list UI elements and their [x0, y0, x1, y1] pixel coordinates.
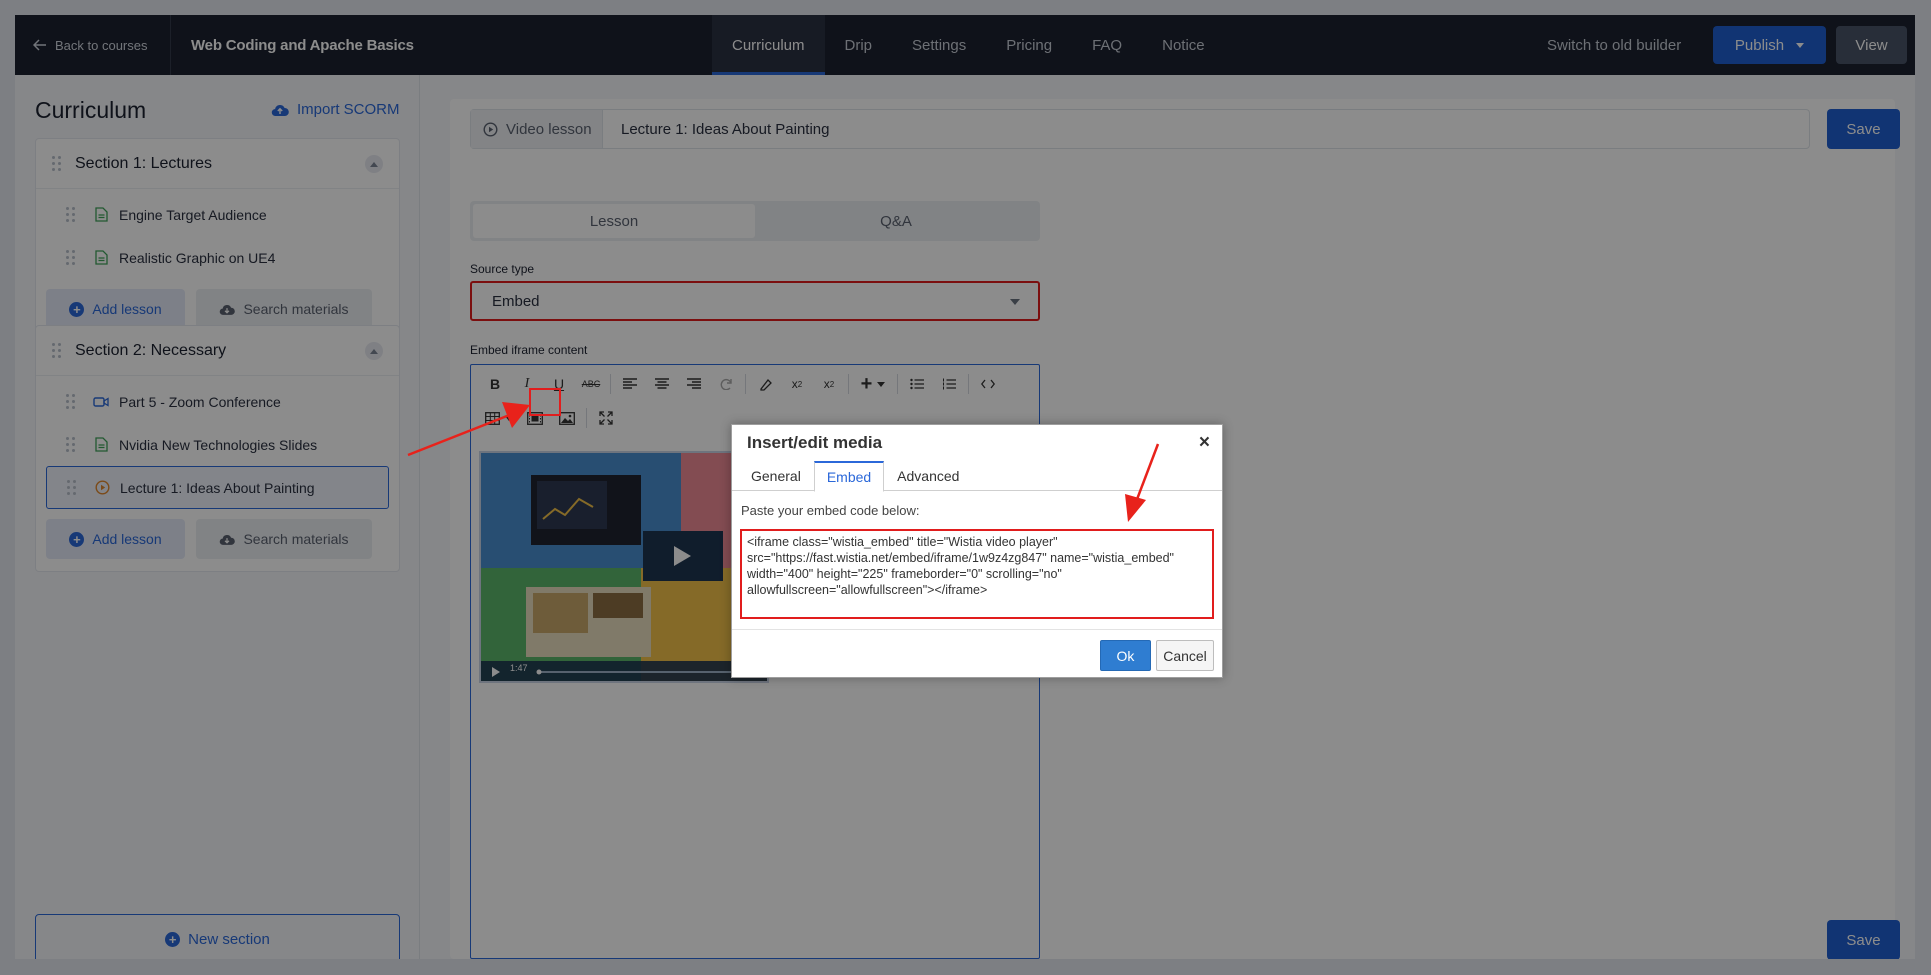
dialog-footer: Ok Cancel — [732, 629, 1222, 678]
cancel-button[interactable]: Cancel — [1156, 640, 1214, 671]
dialog-tab-embed[interactable]: Embed — [813, 461, 885, 492]
ok-button[interactable]: Ok — [1100, 640, 1151, 671]
dialog-tabs: General Embed Advanced — [732, 461, 1222, 492]
dialog-tab-general[interactable]: General — [738, 461, 814, 491]
media-button-highlight — [529, 388, 561, 416]
close-icon[interactable]: × — [1199, 432, 1210, 454]
insert-media-dialog: Insert/edit media × General Embed Advanc… — [731, 424, 1223, 678]
embed-code-input[interactable]: <iframe class="wistia_embed" title="Wist… — [742, 531, 1212, 617]
dialog-tab-advanced[interactable]: Advanced — [884, 461, 972, 491]
dialog-title: Insert/edit media — [747, 433, 883, 452]
embed-hint: Paste your embed code below: — [741, 503, 920, 518]
embed-code-highlight: <iframe class="wistia_embed" title="Wist… — [740, 529, 1214, 619]
